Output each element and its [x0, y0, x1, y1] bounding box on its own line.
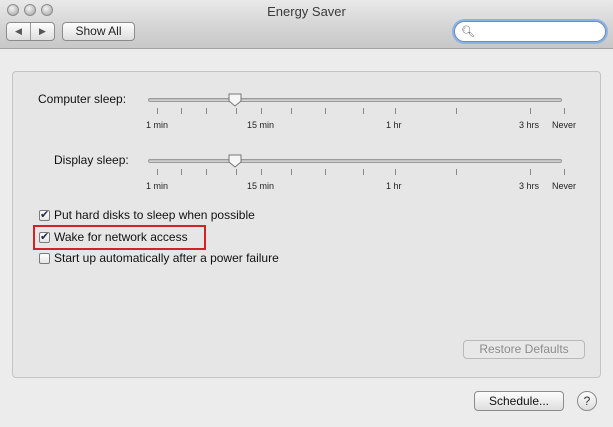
tick-label-3-hrs: 3 hrs [519, 181, 540, 191]
toolbar: Energy Saver ◀ ▶ Show All 🔍︎ [0, 0, 613, 49]
option-wake-network[interactable]: Wake for network access [39, 230, 188, 244]
computer-sleep-slider-track[interactable] [148, 98, 562, 102]
option-hard-disk-sleep[interactable]: Put hard disks to sleep when possible [39, 208, 255, 222]
tick-label-1-hr: 1 hr [386, 120, 402, 130]
display-sleep-label: Display sleep: [54, 153, 129, 167]
tick-label-15-min: 15 min [247, 181, 275, 191]
computer-sleep-slider-thumb[interactable] [228, 93, 242, 107]
checkbox-unchecked-icon[interactable] [39, 252, 50, 264]
checkbox-checked-icon[interactable] [39, 208, 50, 221]
restore-defaults-button[interactable]: Restore Defaults [463, 340, 585, 359]
display-sleep-slider-thumb[interactable] [228, 154, 242, 168]
help-button[interactable]: ? [577, 391, 597, 411]
back-icon[interactable]: ◀ [7, 23, 30, 40]
schedule-button[interactable]: Schedule... [474, 391, 564, 411]
tick-label-never: Never [552, 120, 577, 130]
back-forward-control: ◀ ▶ [6, 22, 55, 41]
option-startup-power-failure[interactable]: Start up automatically after a power fai… [39, 251, 279, 265]
option-label: Start up automatically after a power fai… [54, 251, 279, 265]
tick-label-3-hrs: 3 hrs [519, 120, 540, 130]
tick-label-1-min: 1 min [146, 181, 169, 191]
tick-label-1-hr: 1 hr [386, 181, 402, 191]
tick-label-1-min: 1 min [146, 120, 169, 130]
option-label: Put hard disks to sleep when possible [54, 208, 255, 222]
window-title: Energy Saver [267, 4, 346, 19]
search-icon: 🔍︎ [461, 26, 475, 38]
search-input[interactable] [477, 24, 601, 40]
tick-label-15-min: 15 min [247, 120, 275, 130]
option-label: Wake for network access [54, 230, 188, 244]
checkbox-checked-icon[interactable] [39, 230, 50, 243]
search-field[interactable]: 🔍︎ [454, 21, 606, 42]
forward-icon[interactable]: ▶ [30, 23, 54, 40]
computer-sleep-label: Computer sleep: [38, 92, 127, 106]
show-all-button[interactable]: Show All [62, 22, 135, 41]
display-sleep-slider-track[interactable] [148, 159, 562, 163]
tick-label-never: Never [552, 181, 577, 191]
